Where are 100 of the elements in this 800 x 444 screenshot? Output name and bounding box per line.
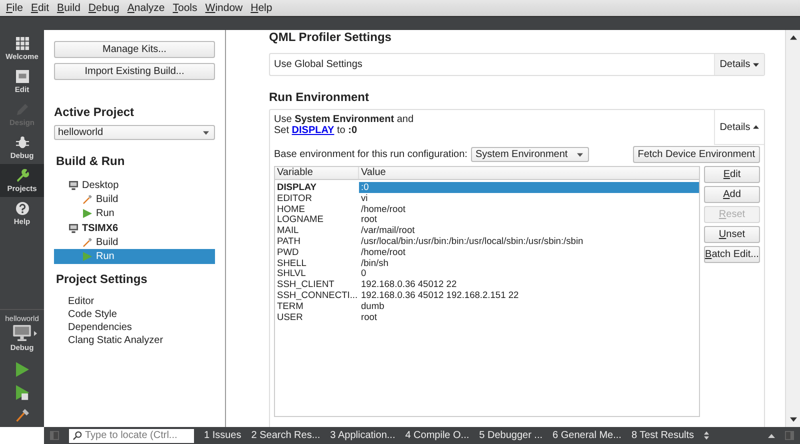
caret-up-icon[interactable] [768,434,775,438]
output-pane-button[interactable]: 3 Application... [330,430,396,441]
scroll-up-icon[interactable] [790,35,796,40]
push-button[interactable]: Import Existing Build... [54,63,215,80]
table-cell[interactable]: root [359,214,699,226]
menu-item[interactable]: Edit [30,2,50,14]
details-toggle[interactable]: Details [714,54,764,75]
base-environment-combo[interactable]: System Environment [471,147,590,162]
table-cell[interactable]: /bin/sh [359,258,699,268]
table-cell-text: EDITOR [276,192,313,204]
settings-item[interactable]: Dependencies [68,320,215,334]
caret-down-icon [753,62,760,66]
table-cell[interactable]: dumb [359,300,699,312]
table-cell-text: LOGNAME [276,214,324,226]
project-combo[interactable]: helloworld [54,125,215,140]
output-pane-button[interactable]: 5 Debugger ... [479,430,543,441]
settings-item[interactable]: Code Style [68,308,215,321]
hammer-icon [83,238,92,247]
hammer-icon[interactable] [16,408,28,423]
menu-item[interactable]: File [6,2,23,14]
push-button[interactable]: Batch Edit... [704,246,760,263]
tree-item[interactable]: Run [54,206,215,221]
table-cell-text: DISPLAY [276,182,318,193]
table-cell-text: SSH_CLIENT [276,279,336,290]
table-cell-text: PWD [276,246,300,258]
search-icon [73,431,82,440]
table-cell[interactable]: root [359,312,699,322]
sidebar-toggle-icon[interactable] [50,431,59,440]
caret-right-icon [34,330,36,336]
run-icon[interactable] [16,362,28,377]
table-cell[interactable]: /var/mail/root [359,225,699,236]
push-button[interactable]: Add [704,186,760,203]
locate-field[interactable]: Type to locate (Ctrl... [69,428,194,442]
variable-link[interactable]: DISPLAY [292,125,334,136]
summary-text: Set DISPLAY to :0 [274,125,358,136]
summary-text: Use Global Settings [273,58,364,72]
output-pane-button[interactable]: 6 General Me... [552,430,622,441]
menu-item[interactable]: Help [250,2,272,14]
push-button[interactable]: Edit [704,166,760,183]
sidebar-toggle-icon[interactable] [785,431,794,440]
table-cell-text: PATH [276,236,302,247]
debug-run-icon[interactable] [16,385,28,400]
monitor-icon [12,325,30,341]
help-icon [16,202,28,214]
fetch-button[interactable]: Fetch Device Environment [632,146,760,163]
section-heading: Active Project [54,105,136,119]
menu-item[interactable]: Tools [172,2,198,14]
hammer-icon [83,194,92,204]
kit-item[interactable]: TSIMX6 [54,220,215,236]
output-pane-button[interactable]: 1 Issues [204,430,242,441]
menu-item[interactable]: Window [205,2,243,14]
summary-text: Use System Environment and [274,114,415,125]
dropdown-caret-icon [203,130,209,134]
tree-item[interactable]: Build [54,192,215,207]
menu-item[interactable]: Debug [88,2,120,14]
table-cell[interactable]: 192.168.0.36 45012 22 [359,279,699,290]
table-cell[interactable]: /usr/local/bin:/usr/bin:/bin:/usr/local/sbin:/usr/sbin:/sbin [359,236,699,247]
table-cell-text: HOME [276,204,306,214]
settings-item[interactable]: Clang Static Analyzer [68,334,215,347]
run-icon [83,209,92,218]
push-button[interactable]: Unset [704,226,760,243]
monitor-icon [69,224,78,233]
column-header[interactable]: Value [359,167,386,179]
section-heading: Project Settings [55,272,148,286]
tree-item[interactable]: Run [54,249,215,264]
table-cell[interactable]: vi [359,192,699,204]
column-header[interactable]: Variable [275,167,359,179]
section-heading: QML Profiler Settings [269,30,392,46]
table-cell-text: SSH_CONNECTI... [276,290,359,301]
output-pane-button[interactable]: 2 Search Res... [251,430,320,441]
table-cell-text: USER [276,312,304,322]
table-cell[interactable]: :0 [359,182,699,193]
table-cell[interactable]: 192.168.0.36 45012 192.168.2.151 22 [359,290,699,301]
table-cell-text: MAIL [276,225,300,236]
output-pane-button[interactable]: 4 Compile O... [405,430,470,441]
table-cell-text: SHELL [276,258,308,268]
document-icon [16,70,28,82]
table-cell[interactable]: /home/root [359,246,699,258]
tree-item[interactable]: Build [54,235,215,250]
push-button[interactable]: Manage Kits... [54,41,215,58]
output-pane-button[interactable]: 8 Test Results [631,430,694,441]
scroll-down-icon[interactable] [790,417,796,422]
dropdown-caret-icon [577,152,584,156]
table-cell[interactable]: 0 [359,268,699,280]
kit-item[interactable]: Desktop [54,178,215,192]
grid-icon [16,36,28,50]
table-cell[interactable]: /home/root [359,204,699,214]
menu-item[interactable]: Analyze [127,2,165,14]
run-icon [83,252,92,262]
monitor-icon [69,180,78,190]
up-down-arrows-icon[interactable] [704,431,710,440]
scrollbar[interactable] [785,30,800,427]
menu-item[interactable]: Build [57,2,80,14]
details-toggle[interactable]: Details [714,110,764,145]
field-label: Base environment for this run configuration: [274,149,468,160]
table-cell-text: SHLVL [276,268,307,280]
section-heading: Build & Run [55,154,126,168]
table-cell-text: TERM [276,300,304,312]
settings-item[interactable]: Editor [68,294,215,308]
section-heading: Run Environment [269,90,370,106]
